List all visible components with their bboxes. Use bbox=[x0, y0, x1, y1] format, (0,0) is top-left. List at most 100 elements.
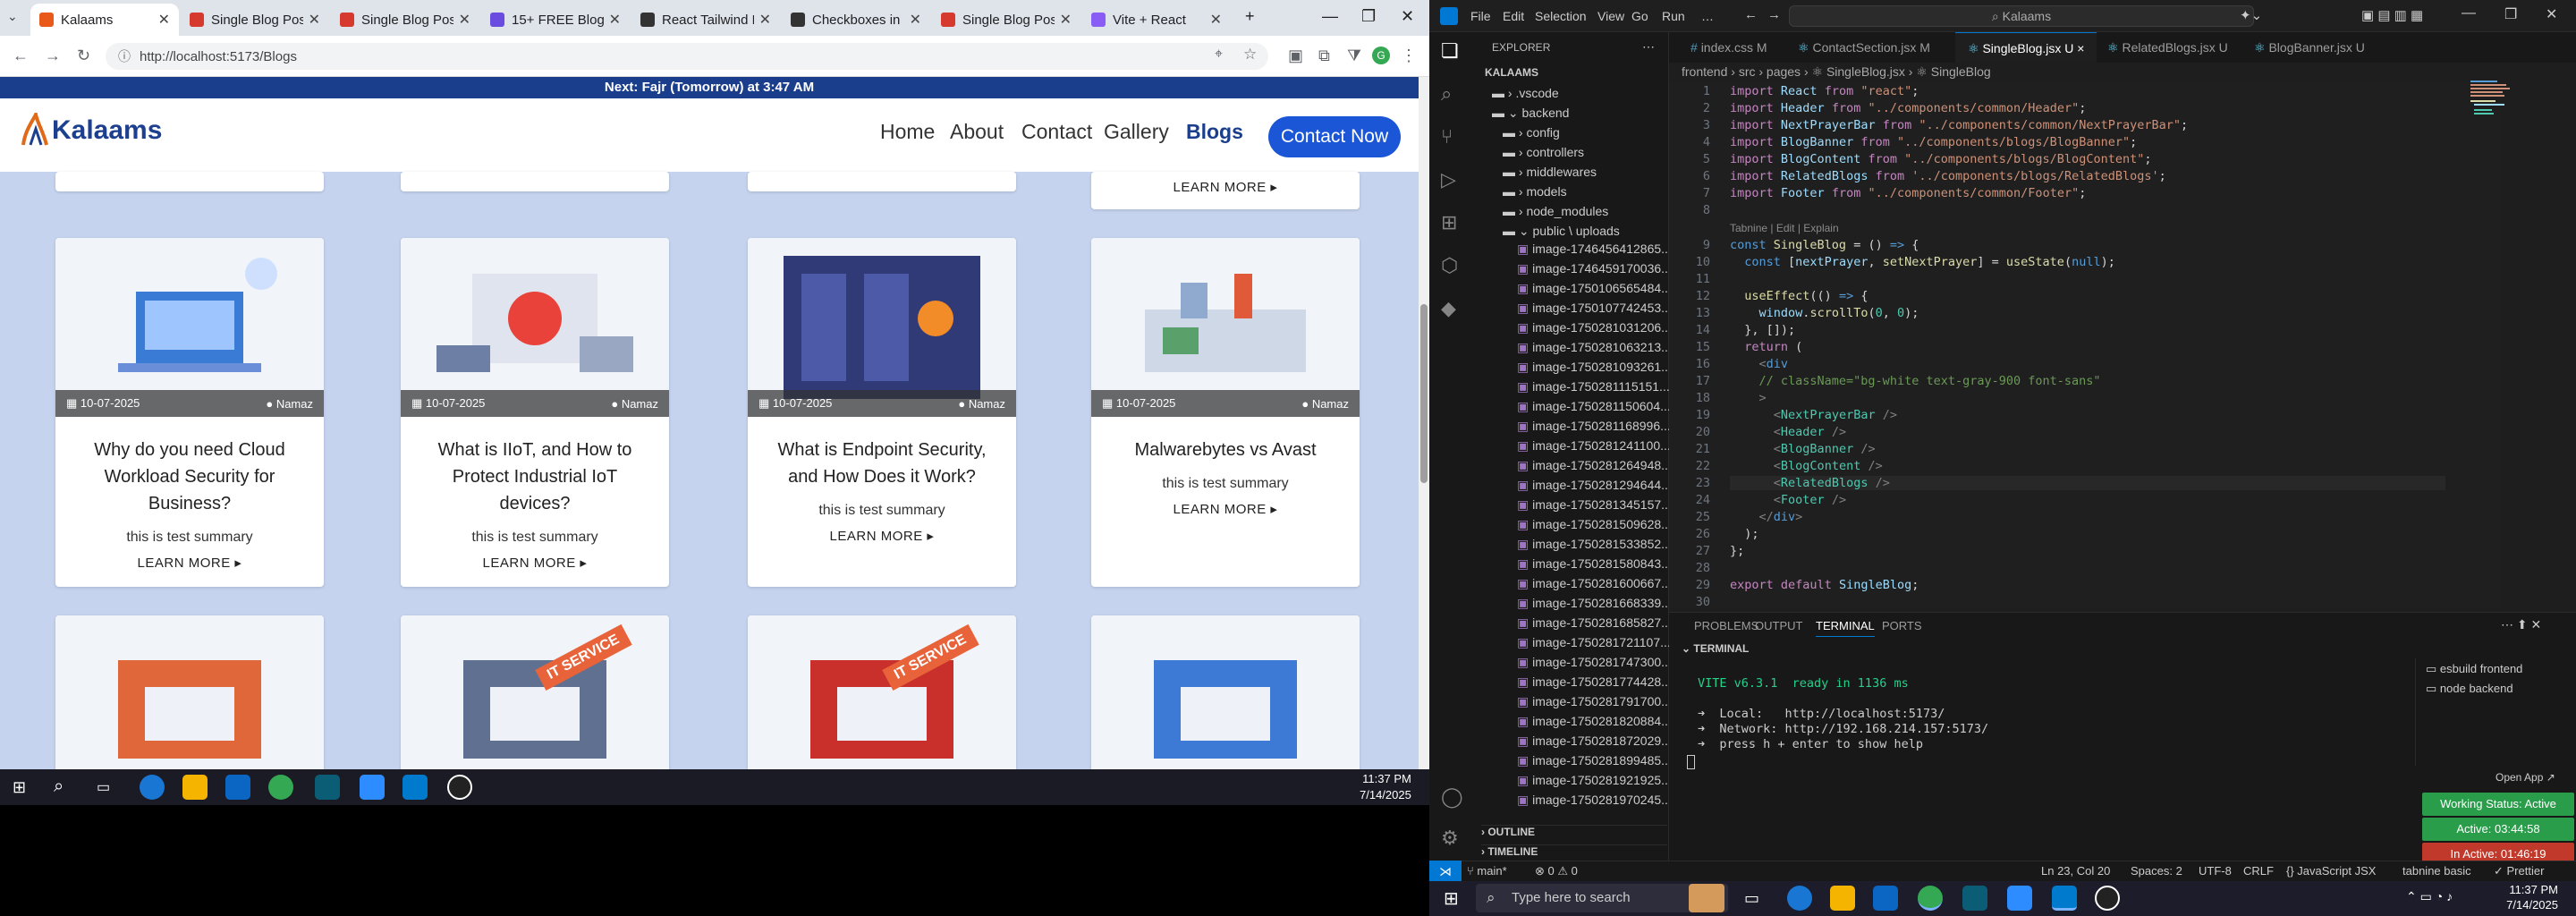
app-icon[interactable] bbox=[315, 775, 340, 800]
nav-contact[interactable]: Contact bbox=[1021, 120, 1092, 144]
file-item[interactable]: ▣ image-1750281031206... bbox=[1517, 320, 1672, 335]
search-icon[interactable]: ⌕ bbox=[54, 776, 64, 797]
file-explorer-icon[interactable] bbox=[1830, 886, 1855, 911]
blog-card[interactable]: ▦ 10-07-2025 ● Namaz What is IIoT, and Ho… bbox=[401, 238, 669, 587]
editor-tab[interactable]: # index.css M bbox=[1678, 32, 1780, 63]
file-item[interactable]: ▣ image-1750281241100... bbox=[1517, 438, 1671, 454]
profile-avatar[interactable]: G bbox=[1372, 47, 1390, 64]
app-icon[interactable] bbox=[2095, 886, 2120, 911]
work-status-button[interactable]: Working Status: Active bbox=[2422, 793, 2574, 816]
panel-tab[interactable]: PORTS bbox=[1882, 619, 1922, 632]
learn-more-link[interactable]: LEARN MORE ▸ bbox=[1091, 172, 1360, 195]
file-item[interactable]: ▣ image-1750281899485... bbox=[1517, 753, 1672, 768]
task-view-icon[interactable]: ▭ bbox=[1744, 889, 1759, 908]
site-logo[interactable]: Kalaams bbox=[20, 113, 162, 148]
page-scrollbar-thumb[interactable] bbox=[1420, 304, 1428, 483]
timeline-section[interactable]: › TIMELINE bbox=[1481, 844, 1667, 858]
blog-card-title[interactable]: Why do you need Cloud Workload Security … bbox=[55, 417, 324, 524]
file-item[interactable]: ▣ image-1750281168996... bbox=[1517, 419, 1671, 434]
file-item[interactable]: ▣ image-1750281093261... bbox=[1517, 360, 1672, 375]
new-tab-button[interactable]: + bbox=[1245, 7, 1255, 26]
learn-more-link[interactable]: LEARN MORE ▸ bbox=[55, 546, 324, 571]
editor-tab[interactable]: ⚛ SingleBlog.jsx U × bbox=[1955, 32, 2097, 63]
code-line[interactable]: const [nextPrayer, setNextPrayer] = useS… bbox=[1730, 255, 2115, 269]
zoom-icon[interactable] bbox=[360, 775, 385, 800]
browser-tab[interactable]: Single Blog Posts✕ bbox=[932, 4, 1080, 36]
code-line[interactable]: useEffect(() => { bbox=[1730, 289, 1868, 303]
chrome-icon[interactable] bbox=[268, 775, 293, 800]
file-item[interactable]: ▣ image-1750281774428... bbox=[1517, 674, 1672, 690]
blog-card[interactable]: IT SERVICE bbox=[401, 615, 669, 769]
blog-card[interactable]: IT SERVICE bbox=[748, 615, 1016, 769]
browser-tab[interactable]: Single Blog Posts✕ bbox=[181, 4, 329, 36]
code-line[interactable]: <BlogBanner /> bbox=[1730, 442, 1876, 456]
work-status-button[interactable]: Active: 03:44:58 bbox=[2422, 818, 2574, 841]
folder-item[interactable]: ▬ › node_modules bbox=[1503, 204, 1608, 218]
menu-item[interactable]: File bbox=[1470, 9, 1491, 23]
nav-back-icon[interactable]: ← bbox=[1744, 7, 1758, 22]
editor-tab[interactable]: ⚛ BlogBanner.jsx U bbox=[2241, 32, 2377, 63]
menu-item[interactable]: … bbox=[1701, 9, 1714, 23]
explorer-more-icon[interactable]: ⋯ bbox=[1642, 39, 1655, 55]
location-icon[interactable]: ⌖ bbox=[1215, 47, 1223, 63]
file-item[interactable]: ▣ image-1750281509628... bbox=[1517, 517, 1672, 532]
code-line[interactable]: import Header from "../components/common… bbox=[1730, 101, 2086, 115]
prettier-status[interactable]: ✓ Prettier bbox=[2494, 864, 2544, 878]
reload-icon[interactable]: ↻ bbox=[77, 47, 90, 65]
file-item[interactable]: ▣ image-1750281872029... bbox=[1517, 734, 1672, 749]
browser-tab[interactable]: Checkboxes in Sa✕ bbox=[782, 4, 930, 36]
browser-tab[interactable]: Kalaams ✕ bbox=[30, 4, 179, 36]
code-line[interactable]: <div bbox=[1730, 357, 1789, 371]
tabnine-status[interactable]: tabnine basic bbox=[2402, 864, 2471, 878]
tab-search-icon[interactable]: ⌄ bbox=[7, 9, 18, 24]
menu-item[interactable]: Edit bbox=[1503, 9, 1524, 23]
code-line[interactable]: window.scrollTo(0, 0); bbox=[1730, 306, 1919, 320]
file-item[interactable]: ▣ image-1746459170036... bbox=[1517, 261, 1672, 276]
extensions-icon[interactable]: ⊞ bbox=[1441, 211, 1457, 234]
zoom-icon[interactable] bbox=[2007, 886, 2032, 911]
code-line[interactable]: </div> bbox=[1730, 510, 1803, 524]
tab-close-icon[interactable]: ✕ bbox=[1210, 11, 1222, 29]
vscode-icon[interactable] bbox=[402, 775, 428, 800]
file-item[interactable]: ▣ image-1746456412865... bbox=[1517, 242, 1672, 257]
menu-item[interactable]: View bbox=[1597, 9, 1624, 23]
gear-icon[interactable]: ⚙ bbox=[1441, 827, 1459, 850]
browser-tab[interactable]: Vite + React ✕ bbox=[1082, 4, 1231, 36]
file-item[interactable]: ▣ image-1750106565484... bbox=[1517, 281, 1672, 296]
blog-card-title[interactable]: What is IIoT, and How to Protect Industr… bbox=[401, 417, 669, 524]
code-line[interactable]: import NextPrayerBar from "../components… bbox=[1730, 118, 2188, 132]
extension-icon[interactable]: ▣ bbox=[1288, 47, 1303, 65]
search-icon[interactable]: ⌕ bbox=[1441, 82, 1452, 106]
outline-section[interactable]: › OUTLINE bbox=[1481, 825, 1667, 838]
tabnine-icon[interactable]: ◆ bbox=[1441, 297, 1456, 320]
indentation[interactable]: Spaces: 2 bbox=[2131, 864, 2182, 878]
file-item[interactable]: ▣ image-1750281721107... bbox=[1517, 635, 1671, 650]
minimap[interactable] bbox=[2469, 79, 2522, 132]
extensions-puzzle-icon[interactable]: ⧩ bbox=[1347, 47, 1361, 65]
menu-item[interactable]: Selection bbox=[1535, 9, 1587, 23]
tab-close-icon[interactable]: ✕ bbox=[759, 11, 771, 29]
tab-close-icon[interactable]: ✕ bbox=[459, 11, 470, 29]
chrome-icon[interactable] bbox=[1918, 886, 1943, 911]
forward-icon[interactable]: → bbox=[45, 47, 61, 65]
account-icon[interactable]: ◯ bbox=[1441, 785, 1463, 809]
file-item[interactable]: ▣ image-1750281150604... bbox=[1517, 399, 1671, 414]
panel-tab[interactable]: TERMINAL bbox=[1816, 619, 1875, 637]
code-line[interactable]: }, []); bbox=[1730, 323, 1795, 337]
windows-start-icon[interactable]: ⊞ bbox=[1444, 887, 1459, 910]
panel-tab[interactable]: OUTPUT bbox=[1755, 619, 1802, 632]
maximize-icon[interactable]: ❐ bbox=[1361, 7, 1376, 26]
vscode-icon[interactable] bbox=[2052, 886, 2077, 911]
close-icon[interactable]: ✕ bbox=[1401, 7, 1414, 26]
task-view-icon[interactable]: ▭ bbox=[97, 778, 110, 796]
code-line[interactable]: <RelatedBlogs /> bbox=[1730, 476, 2445, 490]
code-line[interactable]: import BlogBanner from "../components/bl… bbox=[1730, 135, 2137, 149]
file-item[interactable]: ▣ image-1750281345157... bbox=[1517, 497, 1672, 513]
run-debug-icon[interactable]: ▷ bbox=[1441, 168, 1456, 191]
minimize-icon[interactable]: — bbox=[1322, 7, 1338, 26]
file-item[interactable]: ▣ image-1750281533852... bbox=[1517, 537, 1672, 552]
git-branch[interactable]: ⑂ main* bbox=[1467, 864, 1507, 878]
menu-kebab-icon[interactable]: ⋮ bbox=[1401, 47, 1417, 65]
learn-more-link[interactable]: LEARN MORE ▸ bbox=[401, 546, 669, 571]
terminal-item-frontend[interactable]: ▭ esbuild frontend bbox=[2426, 662, 2522, 676]
